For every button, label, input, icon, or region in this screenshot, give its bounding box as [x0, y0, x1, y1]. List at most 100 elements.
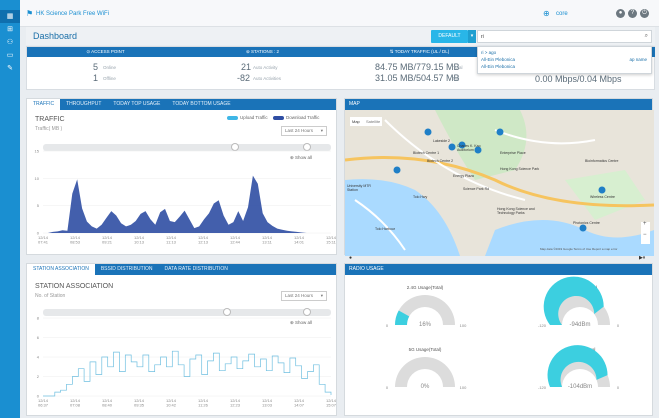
dashboard-icon[interactable]: ▦ — [0, 10, 20, 23]
map-label: University MTR Station — [347, 184, 371, 192]
x-tick-label: 10:42 — [166, 403, 177, 408]
x-tick-label: 13:11 — [262, 240, 272, 245]
gauge-max-label: 100 — [460, 385, 467, 390]
gauge-value: -104dBm — [568, 384, 592, 390]
suggestion-tag: ap name — [629, 57, 647, 62]
chevron-down-icon[interactable]: ▾ — [468, 30, 476, 43]
stations-header: ⊜ STATIONS : 2 — [184, 47, 341, 57]
help-icon[interactable]: ? — [628, 9, 637, 18]
suggestion-item[interactable]: All-Ein Plebonica ap name — [478, 56, 651, 63]
grid-icon[interactable]: ⊞ — [0, 23, 20, 36]
monitor-icon[interactable]: ▭ — [0, 49, 20, 62]
default-button[interactable]: DEFAULT — [431, 30, 468, 43]
map-label: Biotech Centre 2 — [427, 159, 454, 163]
search-icon[interactable]: ⌕ — [645, 33, 648, 40]
chart-title: TRAFFIC — [35, 116, 65, 123]
page-title: Dashboard — [33, 31, 78, 41]
top-bar: ⚑ HK Science Park Free WiFi ⊕ core ● ? ⏻ — [20, 0, 659, 27]
x-tick-label: 08:53 — [70, 240, 81, 245]
x-tick-label: 11:13 — [166, 240, 176, 245]
x-tick-label: 14:01 — [294, 240, 305, 245]
x-tick-label: 11:26 — [198, 403, 208, 408]
y-tick-label: 5 — [37, 203, 40, 208]
map-view[interactable] — [345, 110, 654, 256]
map-header: MAP — [345, 99, 652, 110]
map-label: Energy Plaza — [453, 174, 474, 178]
gauge-value: 16% — [419, 322, 432, 328]
tab-throughput[interactable]: THROUGHPUT — [60, 99, 107, 110]
chart-legend: Upload Traffic Download Traffic — [227, 115, 319, 120]
flag-icon: ⚑ — [26, 9, 34, 18]
settings-icon[interactable]: ● — [616, 9, 625, 18]
users-icon[interactable]: ⚇ — [0, 36, 20, 49]
ap-online-label: Online — [103, 65, 117, 70]
map-label: Charles K. Kao Auditorium — [457, 144, 481, 152]
chart-title: STATION ASSOCIATION — [35, 283, 114, 290]
dashboard-header: Dashboard DEFAULT ▾ ri ⌕ — [26, 27, 655, 45]
range-select[interactable]: Last 24 Hours ▾ — [281, 126, 327, 136]
zoom-in-button[interactable]: + — [643, 221, 647, 227]
tab-traffic[interactable]: TRAFFIC — [27, 99, 61, 110]
throughput-value: 0.00 Mbps/0.04 Mbps — [535, 74, 622, 84]
tab-bssid-distribution[interactable]: BSSID DISTRIBUTION — [95, 264, 159, 275]
map-panel: MAP Map Satellite + − Lakeside 2 Charles… — [344, 98, 654, 261]
user-menu[interactable]: core — [556, 11, 568, 17]
map-label: Hong Kong Science and Technology Parks — [497, 207, 535, 215]
map-label: Wireless Centre — [590, 195, 615, 199]
legend-swatch-download — [272, 115, 284, 120]
access-point-header: ⊙ ACCESS POINT — [27, 47, 184, 57]
gauge-max-label: 0 — [617, 385, 620, 390]
x-tick-label: 06:37 — [38, 403, 49, 408]
station-chart: 8642012/1406:3712/1407:0812/1408:4012/14… — [37, 316, 337, 408]
x-tick-label: 12:23 — [230, 403, 241, 408]
traffic-rate-label: Mb — [453, 76, 460, 81]
range-select-value: Last 24 Hours — [285, 128, 314, 133]
radio-gauges: 2.4G Usage(Total)010016%2.4G Noise Level… — [386, 276, 620, 390]
stations-label-b: Auto Activities — [253, 76, 282, 81]
station-tabbar: STATION ASSOCIATION BSSID DISTRIBUTION D… — [27, 264, 336, 275]
traffic-total: 84.75 MB/779.15 MB — [375, 62, 460, 72]
tab-today-top-usage[interactable]: TODAY TOP USAGE — [107, 99, 166, 110]
range-select[interactable]: Last 24 Hours ▾ — [281, 291, 327, 301]
x-tick-label: 15:11 — [326, 240, 336, 245]
ap-offline-count: 1 — [93, 73, 99, 83]
logout-icon[interactable]: ⏻ — [640, 9, 649, 18]
stations-label-a: Auto Activity — [253, 65, 278, 70]
map-label: Science Park Rd — [463, 187, 490, 191]
tab-station-association[interactable]: STATION ASSOCIATION — [27, 264, 95, 275]
y-tick-label: 6 — [37, 335, 40, 340]
map-play-icon[interactable]: ▶⏸ — [639, 255, 645, 261]
traffic-tabbar: TRAFFIC THROUGHPUT TODAY TOP USAGE TODAY… — [27, 99, 336, 110]
zoom-out-button[interactable]: − — [643, 232, 647, 238]
traffic-chart: 15105012/1407:4112/1408:5312/1409:2112/1… — [35, 149, 337, 245]
gauge-min-label: -120 — [538, 385, 547, 390]
legend-download[interactable]: Download Traffic — [286, 115, 319, 120]
suggestion-item[interactable]: ri > ago — [478, 49, 651, 56]
ap-online-count: 5 — [93, 62, 99, 72]
x-tick-label: 10:13 — [134, 240, 145, 245]
tools-icon[interactable]: ✎ — [0, 62, 20, 75]
map-type-button[interactable]: Map — [352, 119, 360, 124]
suggestion-label: All-Ein Plebonica — [481, 57, 516, 62]
map-label: Hong Kong Science Park — [500, 167, 540, 171]
x-tick-label: 12:44 — [230, 240, 241, 245]
satellite-type-button[interactable]: Satellite — [366, 119, 380, 124]
station-panel: STATION ASSOCIATION BSSID DISTRIBUTION D… — [26, 263, 337, 416]
map-pager-dot-icon[interactable]: ● — [349, 255, 352, 261]
gauge-title: 5G Usage(Total) — [409, 347, 442, 352]
legend-upload[interactable]: Upload Traffic — [240, 115, 268, 120]
stations-value-a: 21 — [241, 62, 252, 72]
search-field[interactable]: ri ⌕ — [477, 30, 652, 43]
search-input[interactable]: ri — [481, 34, 484, 40]
map-label: Enterprise Place — [500, 151, 526, 155]
gauge-min-label: -120 — [538, 323, 547, 328]
search-suggestions: ri > ago All-Ein Plebonica ap name All-E… — [477, 46, 652, 74]
range-select-value: Last 24 Hours — [285, 293, 314, 298]
tab-data-rate-distribution[interactable]: DATA RATE DISTRIBUTION — [159, 264, 234, 275]
tab-today-bottom-usage[interactable]: TODAY BOTTOM USAGE — [166, 99, 236, 110]
traffic-rate: 31.05 MB/504.57 MB — [375, 73, 460, 83]
x-tick-label: 08:40 — [102, 403, 113, 408]
x-tick-label: 09:21 — [102, 240, 113, 245]
traffic-panel: TRAFFIC THROUGHPUT TODAY TOP USAGE TODAY… — [26, 98, 337, 255]
suggestion-item[interactable]: All-Ein Plebonica — [478, 63, 651, 70]
